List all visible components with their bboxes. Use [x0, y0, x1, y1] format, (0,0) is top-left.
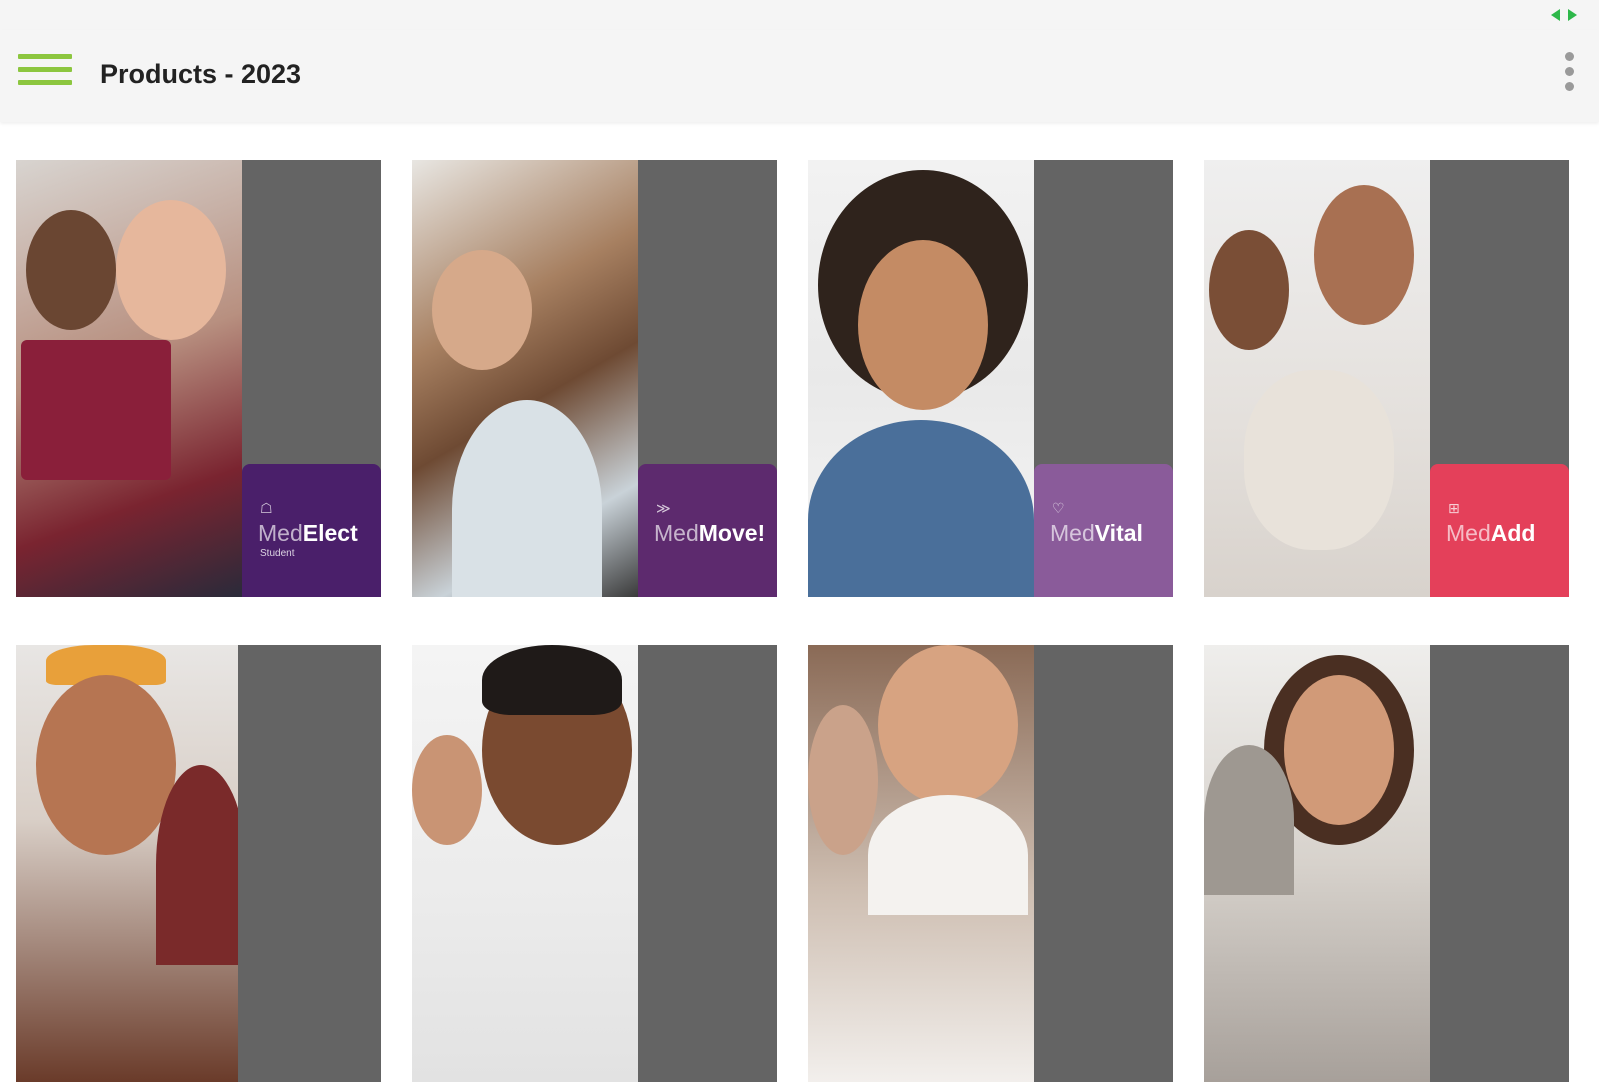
product-badge: ≫ MedMove! — [638, 464, 777, 597]
side-panel — [1034, 645, 1173, 1082]
plus-square-icon: ⊞ — [1448, 500, 1460, 516]
battery-icon — [1547, 9, 1581, 21]
status-bar — [0, 0, 1599, 30]
product-logo: MedElect — [258, 520, 358, 546]
product-photo — [412, 645, 638, 1082]
product-photo — [1204, 160, 1430, 597]
page-title: Products - 2023 — [100, 59, 302, 89]
product-badge: ♡ MedVital — [1034, 464, 1173, 597]
product-card[interactable] — [412, 645, 777, 1082]
product-subtitle: Student — [260, 548, 295, 559]
product-photo — [808, 645, 1034, 1082]
product-photo — [412, 160, 638, 597]
hamburger-menu-icon[interactable] — [18, 54, 72, 94]
product-photo — [16, 645, 246, 1082]
product-card[interactable] — [16, 645, 381, 1082]
side-panel: ♡ MedVital — [1034, 160, 1173, 597]
product-card-medvital[interactable]: ♡ MedVital — [808, 160, 1173, 597]
product-photo — [808, 160, 1034, 597]
product-badge: ☖ MedElect Student — [242, 464, 381, 597]
product-card-medadd[interactable]: ⊞ MedAdd — [1204, 160, 1569, 597]
heart-outline-icon: ♡ — [1052, 500, 1065, 516]
product-logo: MedMove! — [654, 520, 766, 546]
product-card-medelect[interactable]: ☖ MedElect Student — [16, 160, 381, 597]
side-panel: ☖ MedElect Student — [242, 160, 381, 597]
product-card-medmove[interactable]: ≫ MedMove! — [412, 160, 777, 597]
side-panel: ⊞ MedAdd — [1430, 160, 1569, 597]
side-panel — [1430, 645, 1569, 1082]
product-photo — [16, 160, 242, 597]
chevron-forward-icon: ≫ — [656, 500, 671, 516]
app-bar: Products - 2023 — [0, 30, 1599, 122]
product-card[interactable] — [1204, 645, 1569, 1082]
product-logo: MedVital — [1050, 520, 1143, 546]
product-badge: ⊞ MedAdd — [1430, 464, 1569, 597]
product-photo — [1204, 645, 1430, 1082]
graduation-cap-icon: ☖ — [260, 500, 273, 516]
side-panel — [638, 645, 777, 1082]
product-logo: MedAdd — [1446, 520, 1536, 546]
more-options-icon[interactable] — [1561, 52, 1577, 98]
side-panel — [238, 645, 381, 1082]
side-panel: ≫ MedMove! — [638, 160, 777, 597]
product-card[interactable] — [808, 645, 1173, 1082]
